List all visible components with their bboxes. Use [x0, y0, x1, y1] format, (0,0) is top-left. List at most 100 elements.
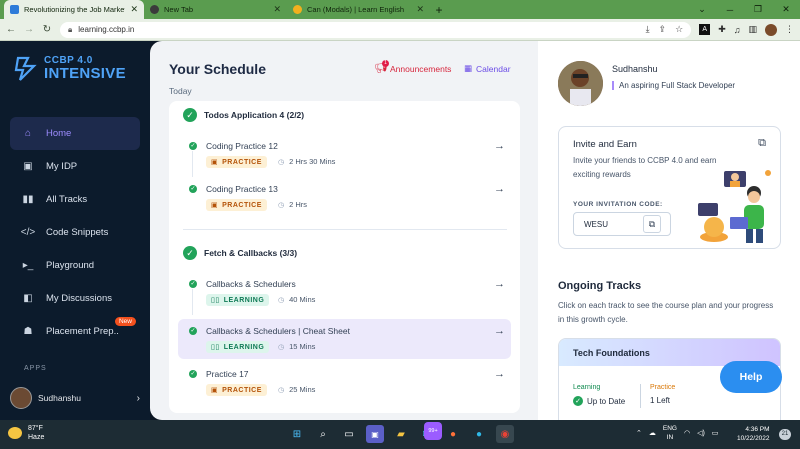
invitation-code-label: YOUR INVITATION CODE:: [573, 201, 663, 208]
tag-label: PRACTICE: [222, 386, 262, 394]
arrow-right-icon[interactable]: →: [494, 325, 505, 337]
bookmark-star-icon[interactable]: ☆: [675, 24, 683, 35]
windows-start-icon[interactable]: ⊞: [288, 425, 306, 443]
ongoing-tracks-title: Ongoing Tracks: [558, 280, 642, 292]
share-icon[interactable]: ⇪: [659, 24, 667, 35]
divider: [183, 229, 507, 230]
tab-search-icon[interactable]: ⌄: [688, 4, 716, 15]
minimize-icon[interactable]: ─: [716, 5, 744, 15]
clock-icon: ◷: [278, 343, 285, 351]
browser-tab-ccbp[interactable]: Revolutionizing the Job Market | ✕: [4, 0, 144, 19]
sidebar-item-code-snippets[interactable]: </> Code Snippets: [10, 216, 140, 249]
schedule-item[interactable]: ✓ Coding Practice 13 ▣ PRACTICE ◷ 2 Hrs →: [178, 177, 511, 217]
close-tab-icon[interactable]: ✕: [130, 4, 138, 15]
schedule-item[interactable]: ✓ Practice 17 ▣ PRACTICE ◷ 25 Mins →: [178, 362, 511, 402]
person-photo-icon: [558, 61, 603, 106]
arrow-right-icon[interactable]: →: [494, 140, 505, 152]
sidebar-item-playground[interactable]: ▸_ Playground: [10, 249, 140, 282]
mail-badge: 99+: [424, 422, 442, 440]
profile-avatar-icon[interactable]: [765, 23, 777, 36]
item-name: Coding Practice 13: [206, 184, 278, 194]
close-tab-icon[interactable]: ✕: [273, 4, 281, 15]
language-indicator[interactable]: ENG IN: [663, 424, 677, 442]
forward-icon[interactable]: →: [24, 24, 34, 35]
download-icon[interactable]: ⤓: [646, 24, 650, 35]
sidebar-item-all-tracks[interactable]: ▮▮ All Tracks: [10, 183, 140, 216]
ccbp-logo[interactable]: CCBP 4.0 INTENSIVE: [14, 54, 126, 82]
tag-label: LEARNING: [223, 343, 265, 351]
firefox-icon[interactable]: ●: [444, 425, 462, 443]
taskbar-apps: ⊞ ⌕ ▭ ▣ ▰ ✉99+ ● ● ◉: [288, 422, 514, 443]
browser-tab-strip: Revolutionizing the Job Market | ✕ New T…: [0, 0, 800, 19]
chevron-up-icon[interactable]: ⌃: [636, 429, 642, 437]
back-icon[interactable]: ←: [6, 24, 16, 35]
announcements-link[interactable]: 📢︎ 1 Announcements: [374, 60, 451, 75]
address-bar[interactable]: 🔒︎ learning.ccbp.in ⤓ ⇪ ☆: [60, 21, 692, 38]
wifi-icon[interactable]: ◠: [684, 429, 690, 437]
ccbp-favicon-icon: [10, 5, 19, 14]
practice-status: 1 Left: [650, 396, 671, 405]
media-icon[interactable]: ♫: [734, 25, 741, 35]
browser-tab-english[interactable]: Can (Modals) | Learn English ✕: [287, 0, 430, 19]
close-tab-icon[interactable]: ✕: [416, 4, 424, 15]
lock-icon[interactable]: 🔒︎: [68, 25, 72, 35]
extension-icon[interactable]: A: [699, 24, 711, 35]
sidebar: CCBP 4.0 INTENSIVE ⌂ Home ▣ My IDP ▮▮ Al…: [0, 41, 150, 420]
arrow-right-icon[interactable]: →: [494, 183, 505, 195]
mail-icon[interactable]: ✉99+: [418, 422, 442, 443]
code-icon: </>: [20, 227, 36, 238]
tag-label: PRACTICE: [222, 158, 262, 166]
sidepanel-icon[interactable]: ▥: [748, 24, 757, 35]
arrow-right-icon[interactable]: →: [494, 368, 505, 380]
sidebar-item-label: Code Snippets: [46, 227, 109, 238]
volume-icon[interactable]: ◁): [697, 429, 705, 437]
schedule-item[interactable]: ✓ Callbacks & Schedulers ▯▯ LEARNING ◷ 40 …: [178, 272, 511, 315]
file-explorer-icon[interactable]: ▰: [392, 425, 410, 443]
taskbar: 87°F Haze ⊞ ⌕ ▭ ▣ ▰ ✉99+ ● ● ◉ ⌃ ☁ ENG IN…: [0, 420, 800, 449]
item-name: Callbacks & Schedulers: [206, 279, 296, 289]
search-icon[interactable]: ⌕: [314, 425, 332, 443]
sidebar-item-home[interactable]: ⌂ Home: [10, 117, 140, 150]
sidebar-item-my-discussions[interactable]: ◧ My Discussions: [10, 282, 140, 315]
user-icon: ☗: [23, 326, 33, 337]
tag-label: LEARNING: [223, 296, 265, 304]
idp-icon: ▣: [23, 161, 33, 172]
sidebar-user-row[interactable]: Sudhanshu ›: [10, 386, 140, 410]
calendar-link[interactable]: ▦ Calendar: [464, 63, 511, 74]
sidebar-item-placement-prep[interactable]: ☗ Placement Prep.. New: [10, 315, 140, 348]
reload-icon[interactable]: ↻: [42, 24, 52, 35]
external-link-icon[interactable]: ⧉: [758, 137, 766, 150]
onedrive-icon[interactable]: ☁: [649, 429, 656, 437]
battery-icon[interactable]: ▭: [712, 429, 719, 437]
sidebar-item-label: Placement Prep..: [46, 326, 119, 337]
browser-tab-new[interactable]: New Tab ✕: [144, 0, 287, 19]
edge-icon[interactable]: ●: [470, 425, 488, 443]
sidebar-item-my-idp[interactable]: ▣ My IDP: [10, 150, 140, 183]
temperature: 87°F: [28, 425, 43, 432]
copy-icon[interactable]: ⧉: [643, 215, 661, 233]
duration-text: 15 Mins: [289, 342, 316, 351]
weather-widget[interactable]: 87°F Haze: [8, 424, 44, 442]
schedule-item[interactable]: ✓ Coding Practice 12 ▣ PRACTICE ◷ 2 Hrs 30…: [178, 134, 511, 177]
learning-status: ✓ Up to Date: [573, 396, 625, 406]
help-button[interactable]: Help: [720, 361, 782, 393]
new-tab-button[interactable]: +: [430, 0, 448, 19]
menu-kebab-icon[interactable]: ⋮: [785, 24, 794, 35]
task-view-icon[interactable]: ▭: [340, 425, 358, 443]
weather-haze-icon: [8, 427, 22, 439]
practice-icon: ▣: [211, 202, 219, 209]
clock[interactable]: 4:36 PM 10/22/2022: [737, 425, 770, 443]
book-open-icon: ▯▯: [211, 297, 220, 304]
teams-chat-icon[interactable]: ▣: [366, 425, 384, 443]
time: 4:36 PM: [745, 426, 770, 433]
puzzle-icon[interactable]: ✚: [718, 24, 726, 35]
profile-avatar[interactable]: [558, 61, 603, 106]
close-window-icon[interactable]: ✕: [772, 4, 800, 15]
notification-badge[interactable]: 21: [779, 429, 791, 440]
arrow-right-icon[interactable]: →: [494, 278, 505, 290]
restore-icon[interactable]: ❐: [744, 4, 772, 15]
schedule-item-highlighted[interactable]: ✓ Callbacks & Schedulers | Cheat Sheet ▯…: [178, 319, 511, 359]
group-title: Todos Application 4 (2/2): [204, 110, 305, 120]
chrome-icon[interactable]: ◉: [496, 425, 514, 443]
duration: ◷ 2 Hrs 30 Mins: [278, 157, 335, 166]
